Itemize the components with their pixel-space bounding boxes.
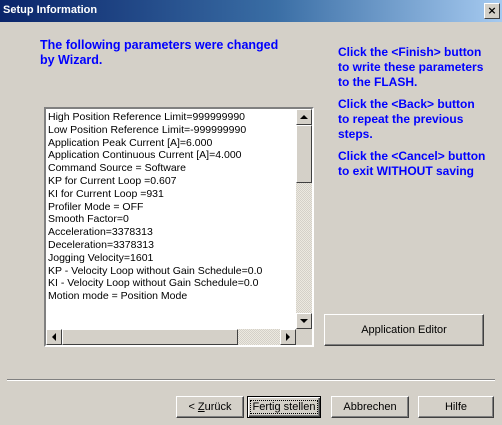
scrollbar-corner	[296, 329, 312, 345]
parameter-line: KI for Current Loop =931	[48, 187, 164, 200]
parameter-line: Motion mode = Position Mode	[48, 290, 188, 303]
finish-instruction: Click the <Finish> button to write these…	[338, 45, 484, 89]
horizontal-scrollbar[interactable]	[46, 329, 296, 345]
parameter-line: Profiler Mode = OFF	[48, 200, 144, 213]
arrow-right-icon	[286, 333, 290, 341]
vertical-scrollbar[interactable]	[296, 109, 312, 329]
close-button[interactable]: ×	[484, 3, 500, 19]
parameter-line: Jogging Velocity=1601	[48, 251, 154, 264]
finish-label: Fertig stellen	[249, 400, 319, 414]
scroll-up-button[interactable]	[296, 109, 312, 125]
cancel-button[interactable]: Abbrechen	[331, 396, 409, 418]
arrow-up-icon	[300, 115, 308, 119]
parameter-line: Deceleration=3378313	[48, 238, 154, 251]
finish-button[interactable]: Fertig stellen	[247, 396, 321, 418]
help-button[interactable]: Hilfe	[418, 396, 494, 418]
back-prefix: <	[188, 401, 198, 413]
parameter-line: High Position Reference Limit=999999990	[48, 111, 246, 123]
parameter-line: Acceleration=3378313	[48, 226, 153, 239]
application-editor-button[interactable]: Application Editor	[324, 314, 484, 346]
scroll-right-button[interactable]	[280, 329, 296, 345]
back-label: < Zurück	[188, 401, 231, 413]
parameter-line: Application Peak Current [A]=6.000	[48, 136, 213, 149]
window-title: Setup Information	[3, 4, 98, 16]
parameter-line: Low Position Reference Limit=-999999990	[48, 123, 247, 136]
parameter-line: Application Continuous Current [A]=4.000	[48, 149, 242, 162]
cancel-instruction: Click the <Cancel> button to exit WITHOU…	[338, 149, 486, 178]
back-rest: urück	[204, 401, 232, 413]
separator-light	[7, 380, 495, 381]
scroll-down-button[interactable]	[296, 313, 312, 329]
parameters-list: High Position Reference Limit=999999990 L…	[46, 109, 296, 329]
parameter-line: Command Source = Software	[48, 162, 187, 175]
title-bar[interactable]: Setup Information ×	[0, 0, 502, 22]
setup-information-dialog: Setup Information × The following parame…	[0, 0, 502, 425]
vertical-scroll-thumb[interactable]	[296, 125, 312, 183]
horizontal-scroll-thumb[interactable]	[62, 329, 238, 345]
back-button[interactable]: < Zurück	[176, 396, 244, 418]
arrow-left-icon	[52, 333, 56, 341]
parameter-line: Smooth Factor=0	[48, 213, 129, 226]
parameter-line: KP - Velocity Loop without Gain Schedule…	[48, 264, 263, 277]
back-instruction: Click the <Back> button to repeat the pr…	[338, 97, 475, 141]
application-editor-label: Application Editor	[361, 324, 447, 336]
back-accelerator: Z	[197, 401, 205, 413]
help-label: Hilfe	[444, 401, 467, 413]
scroll-left-button[interactable]	[46, 329, 62, 345]
cancel-label: Abbrechen	[343, 401, 397, 413]
parameters-heading: The following parameters were changed by…	[40, 38, 279, 67]
instructions-panel: Click the <Finish> button to write these…	[338, 45, 488, 186]
parameter-line: KI - Velocity Loop without Gain Schedule…	[48, 277, 259, 290]
arrow-down-icon	[300, 319, 308, 323]
parameters-listbox[interactable]: High Position Reference Limit=999999990 L…	[44, 107, 314, 347]
parameter-line: KP for Current Loop =0.607	[48, 174, 177, 187]
